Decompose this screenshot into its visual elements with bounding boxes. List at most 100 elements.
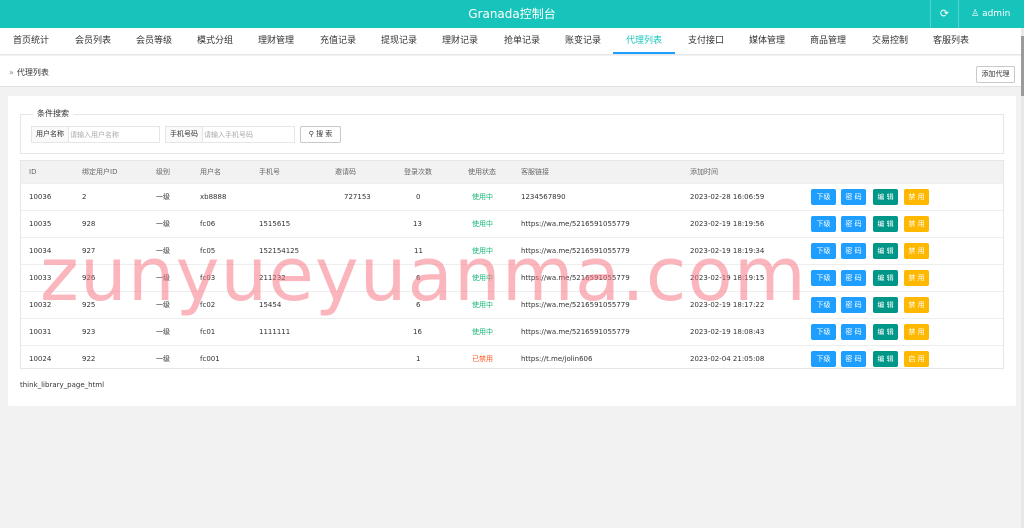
th-bind-user-id: 绑定用户ID — [82, 168, 118, 176]
th-login-count: 登录次数 — [404, 168, 432, 176]
nav-tab-trade-control[interactable]: 交易控制 — [872, 28, 908, 55]
phone-input[interactable] — [204, 127, 293, 142]
subordinate-button[interactable]: 下级 — [811, 243, 836, 259]
password-button[interactable]: 密 码 — [841, 351, 866, 367]
breadcrumb: » 代理列表 — [9, 56, 49, 90]
password-button[interactable]: 密 码 — [841, 189, 866, 205]
edit-button[interactable]: 编 辑 — [873, 270, 898, 286]
th-added-time: 添加时间 — [690, 168, 718, 176]
subordinate-button[interactable]: 下级 — [811, 351, 836, 367]
th-status: 使用状态 — [468, 168, 496, 176]
cell-added-time: 2023-02-19 18:17:22 — [690, 301, 765, 309]
cell-added-time: 2023-02-19 18:19:56 — [690, 220, 765, 228]
edit-button[interactable]: 编 辑 — [873, 324, 898, 340]
disable-button[interactable]: 禁 用 — [904, 297, 929, 313]
cell-status: 使用中 — [472, 274, 493, 282]
main-nav: 首页统计 会员列表 会员等级 模式分组 理财管理 充值记录 提现记录 理财记录 … — [0, 28, 1021, 55]
nav-tab-mode-group[interactable]: 模式分组 — [197, 28, 233, 55]
disable-button[interactable]: 禁 用 — [904, 189, 929, 205]
nav-tab-balance-records[interactable]: 账变记录 — [565, 28, 601, 55]
password-button[interactable]: 密 码 — [841, 270, 866, 286]
phone-field: 手机号码 — [165, 126, 295, 143]
nav-tab-grab-records[interactable]: 抢单记录 — [504, 28, 540, 55]
cell-service-link: https://wa.me/5216591055779 — [521, 274, 630, 282]
edit-button[interactable]: 编 辑 — [873, 189, 898, 205]
table-header: ID 绑定用户ID 级别 用户名 手机号 邀请码 登录次数 使用状态 客服链接 … — [21, 161, 1003, 183]
cell-added-time: 2023-02-19 18:19:34 — [690, 247, 765, 255]
cell-username: xb8888 — [200, 193, 227, 201]
cell-username: fc02 — [200, 301, 216, 309]
nav-tab-service-list[interactable]: 客服列表 — [933, 28, 969, 55]
pagination-placeholder: think_library_page_html — [20, 381, 105, 389]
cell-login-count: 0 — [416, 193, 421, 201]
table-row: 10033 926 一级 fc03 211232 6 使用中 https://w… — [21, 264, 1003, 291]
cell-level: 一级 — [156, 193, 170, 201]
breadcrumb-arrow-icon: » — [9, 68, 14, 77]
th-username: 用户名 — [200, 168, 221, 176]
cell-phone: 211232 — [259, 274, 286, 282]
add-agent-button[interactable]: 添加代理 — [976, 66, 1015, 83]
user-menu[interactable]: ♙ admin — [958, 0, 1024, 28]
cell-login-count: 13 — [413, 220, 422, 228]
cell-phone: 1111111 — [259, 328, 291, 336]
edit-button[interactable]: 编 辑 — [873, 243, 898, 259]
cell-phone: 15454 — [259, 301, 282, 309]
breadcrumb-current: 代理列表 — [16, 68, 49, 77]
nav-tab-member-list[interactable]: 会员列表 — [75, 28, 111, 55]
cell-id: 10036 — [29, 193, 52, 201]
cell-status: 使用中 — [472, 220, 493, 228]
disable-button[interactable]: 禁 用 — [904, 216, 929, 232]
cell-id: 10034 — [29, 247, 52, 255]
cell-service-link: 1234567890 — [521, 193, 566, 201]
cell-added-time: 2023-02-04 21:05:08 — [690, 355, 765, 363]
table-row: 10032 925 一级 fc02 15454 6 使用中 https://wa… — [21, 291, 1003, 318]
edit-button[interactable]: 编 辑 — [873, 351, 898, 367]
cell-status: 使用中 — [472, 301, 493, 309]
username-input[interactable] — [70, 127, 158, 142]
cell-service-link: https://wa.me/5216591055779 — [521, 328, 630, 336]
app-title: Granada控制台 — [468, 7, 556, 21]
nav-tab-payment-api[interactable]: 支付接口 — [688, 28, 724, 55]
refresh-button[interactable]: ⟳ — [930, 0, 958, 28]
cell-level: 一级 — [156, 274, 170, 282]
cell-id: 10032 — [29, 301, 52, 309]
cell-bind-user-id: 928 — [82, 220, 96, 228]
search-icon: ⚲ — [308, 130, 314, 138]
disable-button[interactable]: 禁 用 — [904, 324, 929, 340]
password-button[interactable]: 密 码 — [841, 297, 866, 313]
disable-button[interactable]: 禁 用 — [904, 270, 929, 286]
nav-tab-withdraw-records[interactable]: 提现记录 — [381, 28, 417, 55]
subordinate-button[interactable]: 下级 — [811, 216, 836, 232]
disable-button[interactable]: 禁 用 — [904, 243, 929, 259]
table-row: 10036 2 一级 xb8888 727153 0 使用中 123456789… — [21, 183, 1003, 210]
cell-username: fc05 — [200, 247, 216, 255]
search-button[interactable]: ⚲ 搜 索 — [300, 126, 341, 143]
nav-tab-recharge-records[interactable]: 充值记录 — [320, 28, 356, 55]
nav-tab-agent-list[interactable]: 代理列表 — [626, 28, 662, 55]
edit-button[interactable]: 编 辑 — [873, 216, 898, 232]
cell-id: 10033 — [29, 274, 52, 282]
nav-tab-finance-records[interactable]: 理财记录 — [442, 28, 478, 55]
top-header: Granada控制台 ⟳ ♙ admin — [0, 0, 1024, 28]
cell-status: 使用中 — [472, 193, 493, 201]
user-icon: ♙ — [971, 9, 980, 19]
cell-id: 10035 — [29, 220, 52, 228]
table-row: 10035 928 一级 fc06 1515615 13 使用中 https:/… — [21, 210, 1003, 237]
nav-tab-finance-manage[interactable]: 理财管理 — [258, 28, 294, 55]
password-button[interactable]: 密 码 — [841, 243, 866, 259]
subordinate-button[interactable]: 下级 — [811, 189, 836, 205]
enable-button[interactable]: 启 用 — [904, 351, 929, 367]
username-label: 用户名称 — [32, 127, 69, 142]
nav-tab-media-manage[interactable]: 媒体管理 — [749, 28, 785, 55]
password-button[interactable]: 密 码 — [841, 216, 866, 232]
edit-button[interactable]: 编 辑 — [873, 297, 898, 313]
subordinate-button[interactable]: 下级 — [811, 270, 836, 286]
cell-id: 10031 — [29, 328, 52, 336]
nav-tab-home-stats[interactable]: 首页统计 — [13, 28, 49, 55]
cell-username: fc06 — [200, 220, 216, 228]
subordinate-button[interactable]: 下级 — [811, 297, 836, 313]
subordinate-button[interactable]: 下级 — [811, 324, 836, 340]
password-button[interactable]: 密 码 — [841, 324, 866, 340]
nav-tab-goods-manage[interactable]: 商品管理 — [810, 28, 846, 55]
nav-tab-member-level[interactable]: 会员等级 — [136, 28, 172, 55]
